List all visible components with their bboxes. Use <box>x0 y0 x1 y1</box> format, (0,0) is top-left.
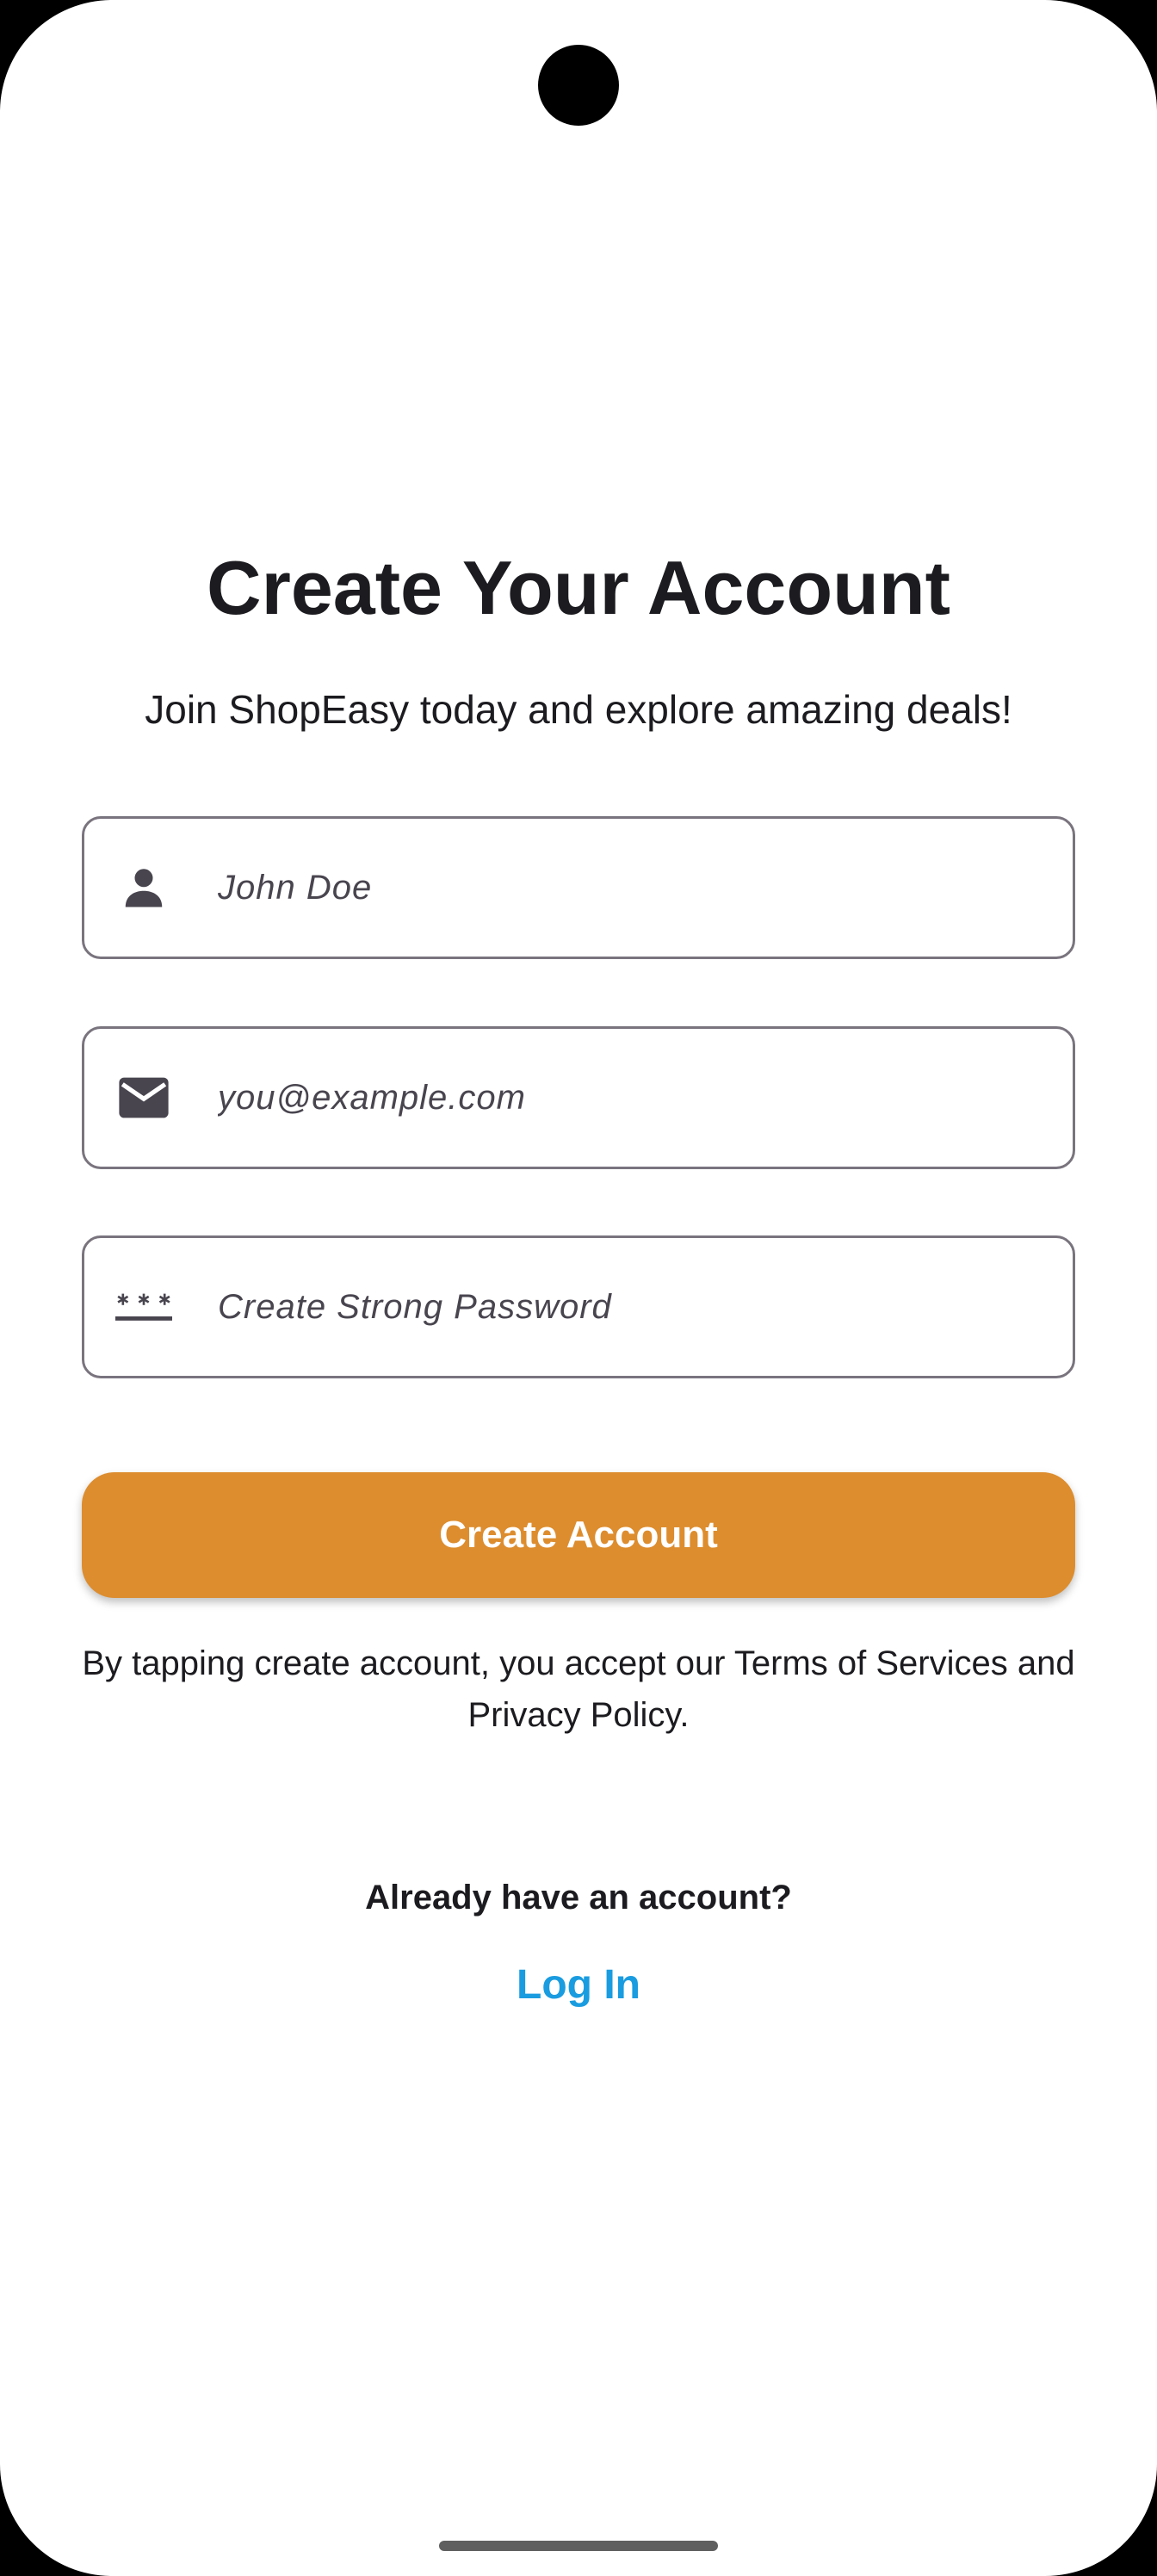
password-icon <box>115 1279 172 1335</box>
create-account-button[interactable]: Create Account <box>82 1472 1075 1598</box>
app-screen: Create Your Account Join ShopEasy today … <box>0 0 1157 2576</box>
login-prompt: Already have an account? <box>365 1879 792 1917</box>
person-icon <box>115 859 172 916</box>
password-field[interactable] <box>82 1235 1075 1378</box>
name-field[interactable] <box>82 816 1075 959</box>
terms-text: By tapping create account, you accept ou… <box>82 1644 1075 1734</box>
password-input[interactable] <box>218 1238 1047 1376</box>
home-indicator[interactable] <box>439 2541 718 2551</box>
email-icon <box>115 1069 172 1126</box>
page-subtitle: Join ShopEasy today and explore amazing … <box>145 687 1012 732</box>
login-link[interactable]: Log In <box>449 1951 708 2020</box>
front-camera <box>538 45 619 126</box>
name-input[interactable] <box>218 819 1047 957</box>
page-title: Create Your Account <box>207 545 950 630</box>
email-input[interactable] <box>218 1029 1047 1167</box>
email-field[interactable] <box>82 1026 1075 1169</box>
